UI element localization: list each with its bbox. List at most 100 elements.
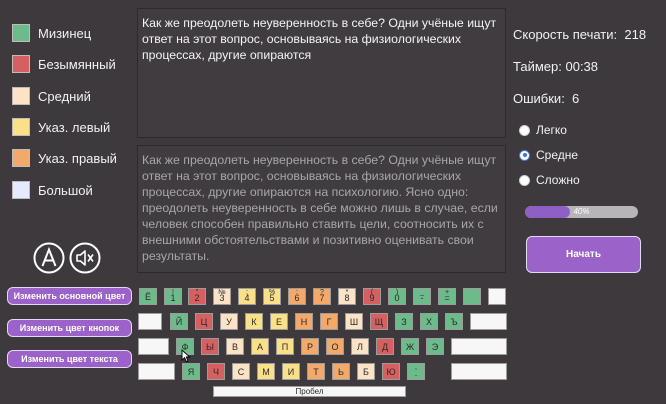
keyboard-key[interactable]: Т [307,363,325,380]
keyboard-key[interactable]: ! 1 [164,288,182,305]
keyboard-key[interactable]: Г [320,313,338,330]
key-label: 8 [344,293,350,303]
legend-item-ring: Безымянный [12,53,132,75]
keyboard-key[interactable]: В [226,338,244,355]
speaker-mute-icon[interactable] [68,241,102,275]
keyboard-key[interactable]: Р [301,338,319,355]
keyboard-key[interactable] [463,288,481,305]
keyboard-key[interactable]: П [276,338,294,355]
radio-button[interactable] [519,124,530,136]
keyboard-key[interactable] [138,338,169,355]
progress-label: 40% [573,207,590,216]
keyboard-key[interactable] [138,313,162,330]
legend-swatch [12,87,30,105]
key-label [452,364,506,379]
radio-label: Средне [536,148,579,162]
keyboard-key[interactable]: № 3 [213,288,231,305]
key-label: Й [175,316,183,327]
key-label: 6 [294,293,300,303]
keyboard-key[interactable]: Е [270,313,288,330]
keyboard-key[interactable] [451,363,507,380]
keyboard-key[interactable]: Й [170,313,188,330]
keyboard-key[interactable]: * 8 [338,288,356,305]
key-label: 2 [194,293,200,303]
keyboard-key[interactable]: А [251,338,269,355]
keyboard-key[interactable]: % 5 [263,288,281,305]
key-label: Э [431,341,439,352]
keyboard-key[interactable] [470,313,507,330]
keyboard-key[interactable]: Д [376,338,394,355]
keyboard-key[interactable]: ; 4 [238,288,256,305]
keyboard-key[interactable]: + = [438,288,456,305]
change-text-color-button[interactable]: Изменить цвет текста [7,350,132,368]
key-label [139,314,161,329]
keyboard-key[interactable]: М [257,363,275,380]
keyboard-key[interactable]: З [395,313,413,330]
change-keys-color-button[interactable]: Изменить цвет кнопок [7,319,132,337]
keyboard-key[interactable]: С [232,363,250,380]
key-label: О [331,341,339,352]
keyboard-key[interactable]: ) 0 [388,288,406,305]
difficulty-option-medium[interactable]: Средне [519,147,578,163]
keyboard-key[interactable]: Б [357,363,375,380]
keyboard-key[interactable]: Ь [332,363,350,380]
keyboard-key[interactable]: Ц [195,313,213,330]
start-button[interactable]: Начать [526,236,641,273]
key-label: Р [306,341,313,352]
keyboard-key[interactable]: (9 [363,288,381,305]
keyboard-key[interactable]: Я [182,363,200,380]
key-label: П [281,341,289,352]
mouse-cursor-icon [181,348,191,363]
keyboard-key[interactable] [138,363,175,380]
key-label [464,289,480,304]
keyboard-key[interactable]: Ш [345,313,363,330]
difficulty-option-hard[interactable]: Сложно [519,172,580,188]
typing-speed-stat: Скорость печати: 218 [513,27,646,42]
key-label: - [420,293,424,303]
key-label [471,314,506,329]
timer-label: Таймер: [513,59,562,74]
keyboard-key[interactable]: Ё [139,288,157,305]
key-label: Я [187,366,195,377]
typed-text-area[interactable]: Как же преодолеть неуверенность в себе? … [137,8,506,138]
keyboard-key[interactable]: И [282,363,300,380]
legend-item-index-right: Указ. правый [12,147,132,169]
keyboard-key[interactable]: Ы [201,338,219,355]
legend-label: Указ. левый [38,119,111,135]
keyboard-key[interactable]: О [326,338,344,355]
keyboard-key[interactable]: Х [420,313,438,330]
keyboard-key[interactable]: Э [426,338,444,355]
keyboard-key[interactable]: Л [351,338,369,355]
legend-item-thumb: Большой [12,179,132,201]
radio-label: Легко [536,123,567,137]
radio-button[interactable] [519,174,530,186]
key-label: К [251,316,257,327]
space-key[interactable]: Пробел [213,386,406,397]
keyboard-key[interactable]: Щ [370,313,388,330]
keyboard-key[interactable]: ,. [407,363,425,380]
keyboard-key[interactable]: " 2 [188,288,206,305]
change-main-color-button[interactable]: Изменить основной цвет [7,287,132,305]
difficulty-option-easy[interactable]: Легко [519,122,567,138]
keyboard-key[interactable]: Ъ [445,313,463,330]
keyboard-key[interactable]: Ж [401,338,419,355]
keyboard-key[interactable]: Н [295,313,313,330]
keyboard-key[interactable]: У [220,313,238,330]
key-label: Ч [213,366,219,377]
keyboard-key[interactable] [488,288,506,305]
keyboard-key[interactable]: :6 [288,288,306,305]
keyboard-key[interactable]: ? 7 [313,288,331,305]
keyboard-key[interactable]: Ч [207,363,225,380]
keyboard-key[interactable]: К [245,313,263,330]
legend-label: Средний [38,88,91,104]
key-label [452,339,506,354]
progress-bar: 40% [525,206,638,218]
key-label: Б [363,366,369,377]
keyboard-key[interactable]: _ - [413,288,431,305]
keyboard-key[interactable]: Ю [382,363,400,380]
keyboard-key[interactable] [451,338,507,355]
letter-a-circle-icon[interactable] [32,241,66,275]
radio-button[interactable] [519,149,530,161]
key-label: Ж [405,341,415,352]
errors-label: Ошибки: [513,91,565,106]
